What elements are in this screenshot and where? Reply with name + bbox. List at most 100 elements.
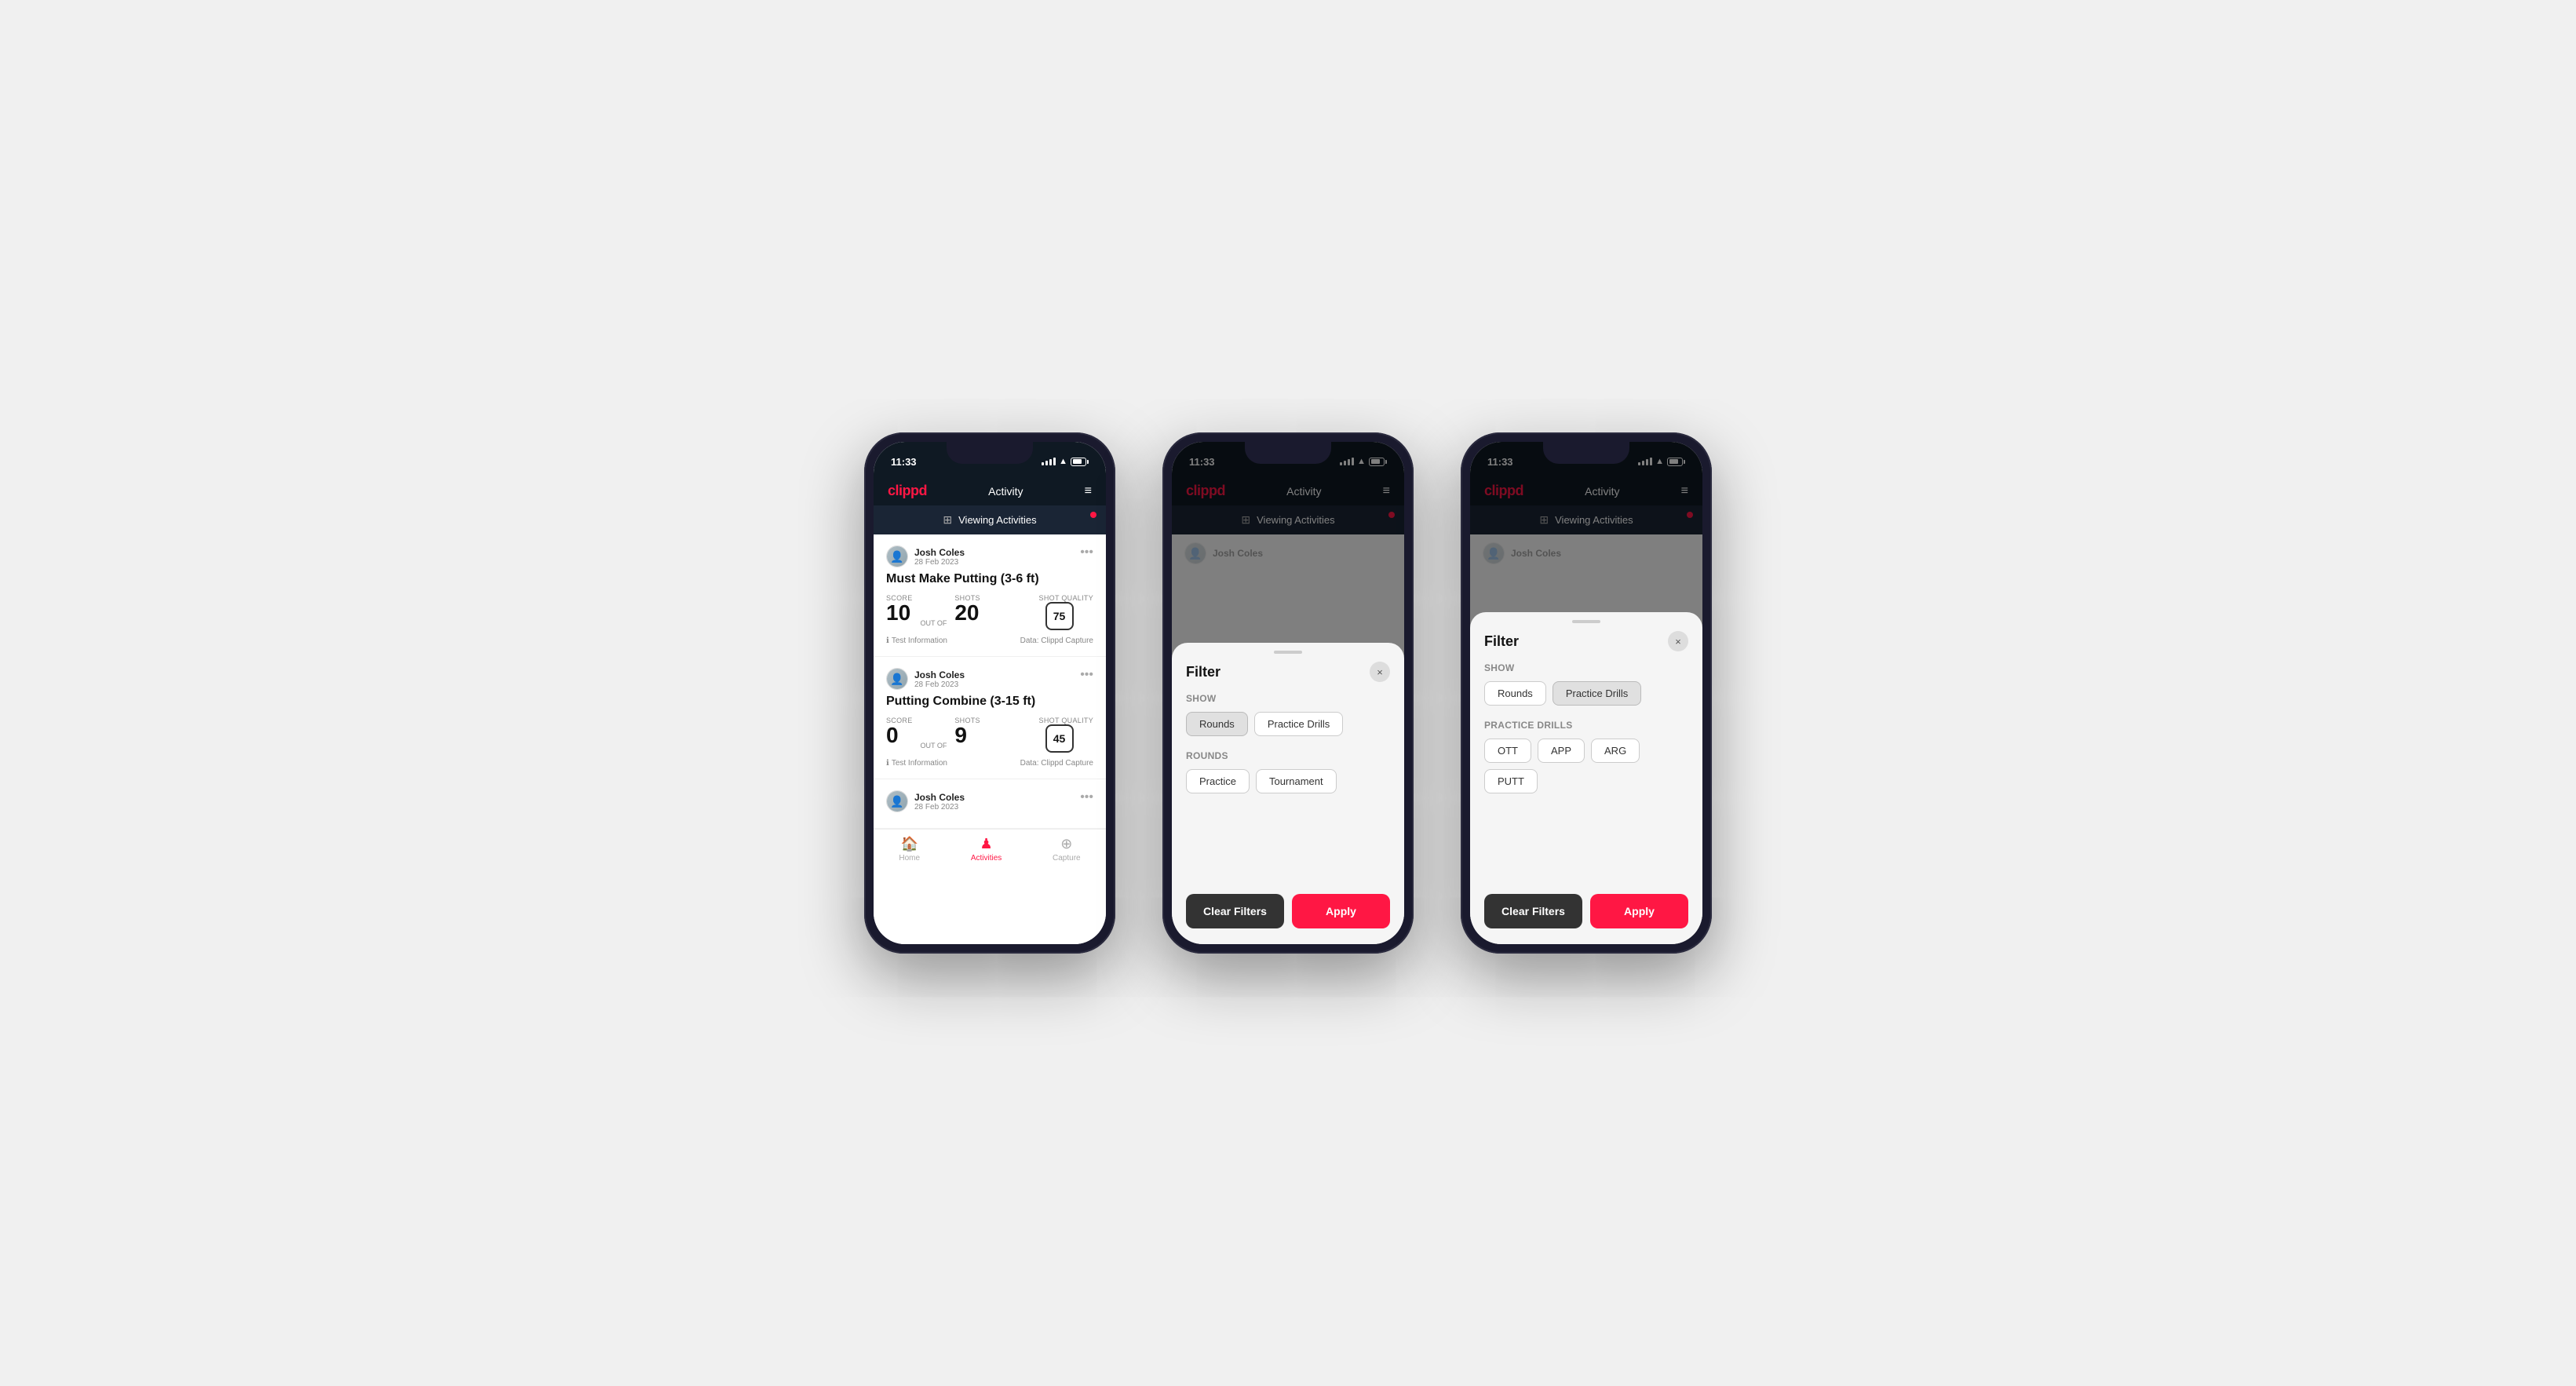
status-time: 11:33 [891, 456, 917, 468]
user-name: Josh Coles [914, 669, 965, 680]
shots-group: Shots 9 [954, 717, 980, 746]
notch [1543, 442, 1629, 464]
close-icon: × [1675, 636, 1681, 647]
activity-card: 👤 Josh Coles 28 Feb 2023 ••• Must Make [874, 534, 1106, 657]
chip-app[interactable]: APP [1538, 739, 1585, 763]
filter-sheet: Filter × Show Rounds [1172, 643, 1404, 944]
test-info: ℹ Test Information [886, 759, 947, 768]
screen-2: 11:33 ▲ [1172, 442, 1404, 944]
stats-row: Score 0 OUT OF Shots 9 Shot Quality [886, 717, 1093, 753]
sheet-handle-bar [1470, 612, 1702, 626]
home-icon: 🏠 [901, 836, 918, 852]
user-details: Josh Coles 28 Feb 2023 [914, 547, 965, 567]
filter-content: Show Rounds Practice Drills Rounds [1172, 693, 1404, 793]
screen-1: 11:33 ▲ [874, 442, 1106, 944]
activity-title: Must Make Putting (3-6 ft) [886, 572, 1093, 586]
chip-tournament[interactable]: Tournament [1256, 769, 1337, 793]
chip-rounds[interactable]: Rounds [1484, 681, 1546, 706]
info-icon: ℹ [886, 759, 889, 768]
shot-quality-value: 45 [1053, 732, 1066, 745]
rounds-chips: Practice Tournament [1186, 769, 1390, 793]
shot-quality-label: Shot Quality [1039, 717, 1093, 724]
nav-activities[interactable]: ♟ Activities [971, 836, 1002, 863]
score-value: 10 [886, 602, 913, 624]
user-date: 28 Feb 2023 [914, 803, 965, 812]
user-name: Josh Coles [914, 547, 965, 558]
avatar: 👤 [886, 545, 908, 567]
out-of-label: OUT OF [921, 619, 947, 627]
filter-overlay: Filter × Show Rounds [1470, 442, 1702, 944]
more-button[interactable]: ••• [1080, 790, 1093, 804]
avatar: 👤 [886, 790, 908, 812]
shots-group: Shots 20 [954, 594, 980, 624]
apply-button[interactable]: Apply [1292, 894, 1390, 928]
phone-3: 11:33 ▲ [1461, 432, 1712, 954]
sheet-header: Filter × [1172, 657, 1404, 693]
chip-rounds[interactable]: Rounds [1186, 712, 1248, 736]
battery-icon [1071, 458, 1089, 466]
user-date: 28 Feb 2023 [914, 680, 965, 689]
stats-row: Score 10 OUT OF Shots 20 Shot Quality [886, 594, 1093, 630]
chip-ott[interactable]: OTT [1484, 739, 1531, 763]
nav-capture[interactable]: ⊕ Capture [1053, 836, 1081, 863]
apply-button[interactable]: Apply [1590, 894, 1688, 928]
show-section-label: Show [1186, 693, 1390, 704]
filter-title: Filter [1484, 633, 1519, 650]
shot-quality-badge: 45 [1045, 724, 1074, 753]
nav-home[interactable]: 🏠 Home [899, 836, 920, 863]
activity-card: 👤 Josh Coles 28 Feb 2023 ••• [874, 779, 1106, 829]
chip-practice-drills[interactable]: Practice Drills [1254, 712, 1343, 736]
data-source: Data: Clippd Capture [1020, 636, 1093, 645]
capture-icon: ⊕ [1060, 836, 1072, 852]
sheet-handle-bar [1172, 643, 1404, 657]
close-button[interactable]: × [1370, 662, 1390, 682]
info-icon: ℹ [886, 636, 889, 645]
screen-3: 11:33 ▲ [1470, 442, 1702, 944]
user-date: 28 Feb 2023 [914, 558, 965, 567]
filter-actions: Clear Filters Apply [1470, 886, 1702, 928]
show-section-label: Show [1484, 662, 1688, 673]
shot-quality-label: Shot Quality [1039, 594, 1093, 602]
show-chips: Rounds Practice Drills [1484, 681, 1688, 706]
activities-icon: ♟ [980, 836, 992, 852]
rounds-section-label: Rounds [1186, 750, 1390, 761]
shot-quality-group: Shot Quality 45 [1039, 717, 1093, 753]
close-button[interactable]: × [1668, 631, 1688, 651]
clear-filters-button[interactable]: Clear Filters [1186, 894, 1284, 928]
card-footer: ℹ Test Information Data: Clippd Capture [886, 636, 1093, 645]
chip-putt[interactable]: PUTT [1484, 769, 1538, 793]
chip-practice-drills[interactable]: Practice Drills [1553, 681, 1641, 706]
card-header: 👤 Josh Coles 28 Feb 2023 ••• [886, 668, 1093, 690]
user-name: Josh Coles [914, 792, 965, 803]
chip-practice[interactable]: Practice [1186, 769, 1250, 793]
shot-quality-value: 75 [1053, 610, 1066, 622]
more-button[interactable]: ••• [1080, 668, 1093, 682]
score-group: Score 10 [886, 594, 913, 624]
sheet-handle [1572, 620, 1600, 623]
out-of-label: OUT OF [921, 742, 947, 750]
show-chips: Rounds Practice Drills [1186, 712, 1390, 736]
menu-icon[interactable]: ≡ [1085, 484, 1092, 498]
shot-quality-group: Shot Quality 75 [1039, 594, 1093, 630]
header-title: Activity [988, 485, 1023, 498]
app-logo: clippd [888, 483, 927, 499]
practice-chips: OTT APP ARG PUTT [1484, 739, 1688, 793]
nav-capture-label: Capture [1053, 854, 1081, 863]
notch [947, 442, 1033, 464]
more-button[interactable]: ••• [1080, 545, 1093, 560]
clear-filters-button[interactable]: Clear Filters [1484, 894, 1582, 928]
viewing-banner[interactable]: ⊞ Viewing Activities [874, 505, 1106, 534]
nav-home-label: Home [899, 854, 920, 863]
filter-icon: ⊞ [943, 513, 952, 527]
phone-2: 11:33 ▲ [1162, 432, 1414, 954]
score-value: 0 [886, 724, 913, 746]
close-icon: × [1377, 666, 1383, 678]
chip-arg[interactable]: ARG [1591, 739, 1640, 763]
user-info: 👤 Josh Coles 28 Feb 2023 [886, 545, 965, 567]
card-footer: ℹ Test Information Data: Clippd Capture [886, 759, 1093, 768]
user-details: Josh Coles 28 Feb 2023 [914, 669, 965, 689]
filter-sheet: Filter × Show Rounds [1470, 612, 1702, 944]
nav-activities-label: Activities [971, 854, 1002, 863]
notch [1245, 442, 1331, 464]
banner-text: Viewing Activities [958, 514, 1036, 526]
